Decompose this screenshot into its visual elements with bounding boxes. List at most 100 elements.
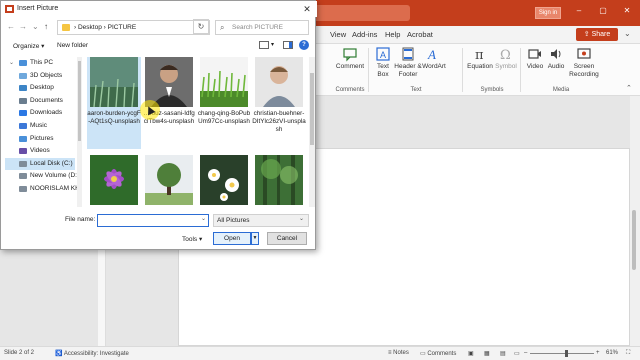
grid-scrollbar-thumb[interactable] [310,73,314,145]
symbol-button[interactable]: Ω Symbol [494,46,518,71]
tools-button[interactable]: Tools ▾ [182,235,202,243]
tab-acrobat[interactable]: Acrobat [407,30,433,39]
symbol-icon: Ω [500,48,511,62]
file-tile[interactable]: johann-siemens-EPy0gBJzzZU-uns [142,155,196,207]
address-bar[interactable]: › Desktop › PICTURE ⌄ [57,20,244,35]
nav-item[interactable]: ⌄ This PC [5,57,75,69]
share-label: Share [591,31,611,38]
nav-item[interactable]: NOORISLAM KH [5,183,80,195]
collapse-ribbon-icon[interactable]: ⌃ [626,84,632,92]
up-folder-icon[interactable]: ↑ [44,22,48,31]
tab-view[interactable]: View [330,30,346,39]
documents-icon [19,97,27,104]
file-thumbnail [255,155,303,205]
zoom-out-icon[interactable]: – [524,350,527,356]
notes-button[interactable]: ≡ Notes [388,350,409,356]
sign-in-button[interactable]: Sign in [535,7,561,19]
zoom-level[interactable]: 61% [606,350,618,356]
fit-slide-icon[interactable]: ⛶ [626,350,630,357]
zoom-slider-thumb[interactable] [565,350,568,357]
comment-icon [343,48,357,62]
tab-help[interactable]: Help [385,30,400,39]
volume-icon [19,173,27,180]
forward-icon[interactable]: → [19,22,27,31]
zoom-slider[interactable] [530,353,594,354]
cancel-button[interactable]: Cancel [267,232,307,245]
normal-view-icon[interactable]: ▣ [468,350,474,357]
file-tile[interactable]: christian-buehner-DItYlc26zVI-unsplash [252,57,306,149]
share-button[interactable]: ⇪ Share [576,28,618,41]
back-icon[interactable]: ← [7,22,15,31]
desktop-icon [19,85,27,92]
breadcrumb-desktop[interactable]: Desktop [78,24,102,31]
recent-locations-icon[interactable]: ⌄ [32,22,39,31]
nav-item[interactable]: Downloads [5,107,75,119]
slideshow-icon[interactable]: ▭ [514,350,520,357]
video-label: Video [526,63,544,70]
nav-item-label: Pictures [30,134,54,142]
accessibility-status[interactable]: ♿ Accessibility: Investigate [55,350,129,357]
file-tile[interactable]: flowers-7954719 1280 [87,155,141,207]
wordart-label: WordArt [422,63,446,70]
tab-add-ins[interactable]: Add-ins [352,30,377,39]
equation-button[interactable]: π Equation [466,46,494,71]
nav-item[interactable]: 3D Objects [5,70,75,82]
screen-recording-button[interactable]: Screen Recording [566,46,602,79]
file-tile[interactable]: chang-qing-BoPubUm97Cc-unsplash [197,57,251,149]
search-icon: ⌕ [220,23,225,32]
scrollbar-thumb[interactable] [632,210,636,270]
expand-icon[interactable]: ⌄ [9,57,14,69]
zoom-in-icon[interactable]: + [596,350,600,356]
file-tile[interactable]: marguerite-7295 10 1280 [197,155,251,207]
filter-dropdown-icon[interactable]: ⌄ [299,215,304,222]
comment-button[interactable]: Comment [334,46,366,71]
text-box-button[interactable]: A Text Box [372,46,394,79]
video-button[interactable]: Video [524,46,546,71]
nav-item[interactable]: New Volume (D:) [5,170,79,182]
view-dropdown-icon[interactable]: ▾ [271,41,274,48]
folder-search[interactable]: ⌕ Search PICTURE [215,20,309,35]
maximize-icon[interactable]: ▢ [596,6,610,15]
nav-item[interactable]: Documents [5,95,75,107]
audio-button[interactable]: Audio [546,46,566,71]
downloads-icon [19,110,27,117]
header-footer-button[interactable]: Header & Footer [394,46,422,79]
organize-button[interactable]: Organize ▾ [13,42,44,50]
file-name-label: christian-buehner-DItYlc26zVI-unsplash [252,110,306,133]
nav-item-label: 3D Objects [30,71,63,79]
divider [368,48,369,92]
file-tile[interactable]: nihal-karkala-nyn2vSyNG34-unspl [252,155,306,207]
reading-view-icon[interactable]: ▤ [500,350,506,357]
open-button[interactable]: Open [213,232,251,245]
close-icon[interactable]: ✕ [620,6,634,15]
breadcrumb-picture[interactable]: PICTURE [108,24,137,31]
comments-button[interactable]: ▭ Comments [420,350,456,357]
breadcrumb-separator: › [103,24,106,31]
new-folder-button[interactable]: New folder [57,42,88,49]
file-thumbnail [90,57,138,107]
open-dropdown-button[interactable]: ▼ [251,232,259,245]
file-type-filter[interactable]: All Pictures [213,214,309,227]
wordart-button[interactable]: A WordArt [422,46,446,71]
music-icon [19,123,27,129]
preview-pane-icon[interactable] [283,41,293,49]
svg-text:A: A [427,47,436,62]
minimize-icon[interactable]: – [572,6,586,15]
file-thumbnail [255,57,303,107]
file-name-input[interactable] [97,214,209,227]
slide-sorter-icon[interactable]: ▦ [484,350,490,357]
file-tile[interactable]: aaron-burden-ycgF-AQt1sQ-unsplash [87,57,141,149]
command-bar: Organize ▾ New folder ▾ ? [1,38,317,54]
file-name-dropdown-icon[interactable]: ⌄ [201,215,206,222]
change-view-icon[interactable] [259,41,269,49]
nav-item[interactable]: Videos [5,145,75,157]
nav-item[interactable]: Music [5,120,75,132]
help-icon[interactable]: ? [299,40,309,50]
nav-scrollbar-thumb[interactable] [78,61,81,141]
nav-item[interactable]: Desktop [5,82,75,94]
nav-item[interactable]: Local Disk (C:) [5,157,75,170]
refresh-button[interactable]: ↻ [193,19,209,34]
share-dropdown-icon[interactable]: ⌄ [624,29,631,38]
dialog-close-button[interactable]: ✕ [299,3,315,15]
nav-item[interactable]: Pictures [5,133,75,145]
